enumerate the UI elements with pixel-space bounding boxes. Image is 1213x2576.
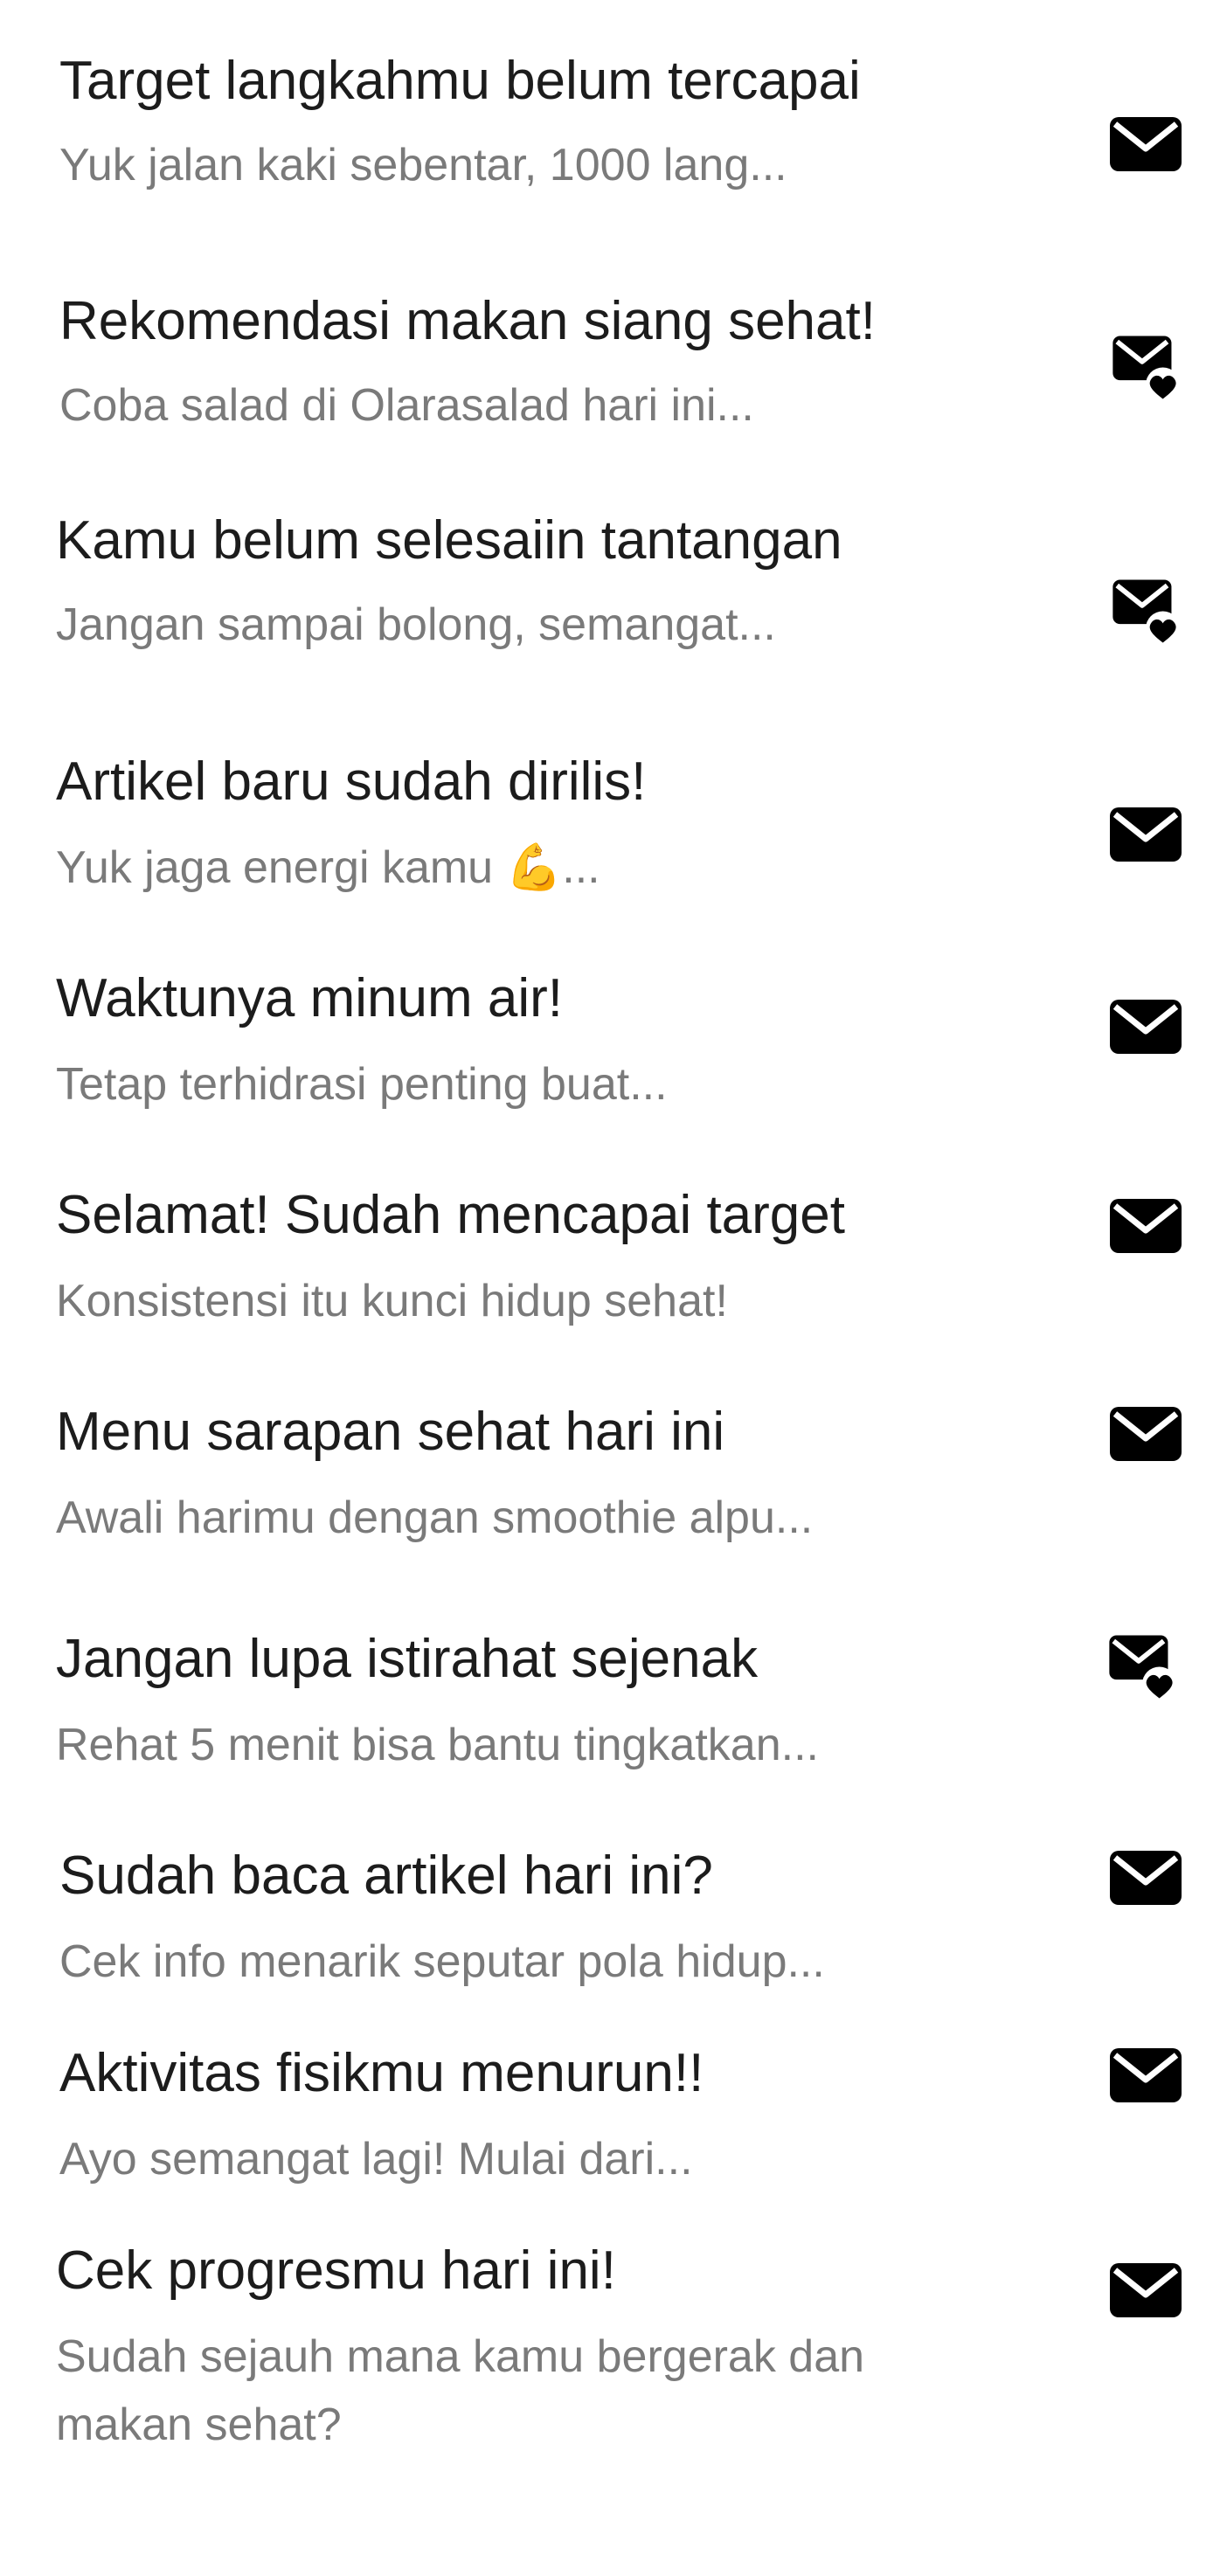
mail-icon[interactable] — [1106, 2036, 1185, 2115]
mail-icon[interactable] — [1106, 105, 1185, 184]
notification-subtitle: Sudah sejauh mana kamu bergerak dan maka… — [56, 2331, 865, 2450]
notification-title: Rekomendasi makan siang sehat! — [59, 291, 876, 351]
notification-subtitle: Yuk jaga energi kamu 💪... — [56, 842, 600, 893]
notification-list: Target langkahmu belum tercapai Yuk jala… — [0, 0, 1213, 2576]
notification-subtitle: Coba salad di Olarasalad hari ini... — [59, 380, 754, 431]
notification-title: Cek progresmu hari ini! — [56, 2240, 616, 2301]
notification-title: Sudah baca artikel hari ini? — [59, 1845, 713, 1906]
notification-title: Jangan lupa istirahat sejenak — [56, 1629, 759, 1689]
notification-title: Target langkahmu belum tercapai — [59, 51, 861, 111]
notification-title: Kamu belum selesaiin tantangan — [56, 510, 842, 571]
mail-icon[interactable] — [1106, 1395, 1185, 1473]
mail-icon[interactable] — [1106, 1839, 1185, 1917]
notification-title: Artikel baru sudah dirilis! — [56, 751, 647, 812]
notification-title: Selamat! Sudah mencapai target — [56, 1185, 845, 1245]
mail-icon[interactable] — [1106, 2251, 1185, 2330]
notification-subtitle: Konsistensi itu kunci hidup sehat! — [56, 1276, 728, 1326]
notification-title: Aktivitas fisikmu menurun!! — [59, 2043, 704, 2103]
notification-title: Menu sarapan sehat hari ini — [56, 1402, 725, 1462]
mail-heart-icon[interactable] — [1106, 570, 1185, 648]
notification-subtitle: Rehat 5 menit bisa bantu tingkatkan... — [56, 1720, 819, 1770]
notification-subtitle: Cek info menarik seputar pola hidup... — [59, 1936, 825, 1987]
notification-title: Waktunya minum air! — [56, 968, 563, 1028]
mail-icon[interactable] — [1106, 795, 1185, 874]
mail-icon[interactable] — [1106, 987, 1185, 1066]
notification-subtitle: Tetap terhidrasi penting buat... — [56, 1059, 668, 1110]
notification-subtitle: Jangan sampai bolong, semangat... — [56, 599, 776, 650]
notification-subtitle: Yuk jalan kaki sebentar, 1000 lang... — [59, 140, 787, 190]
notification-subtitle: Awali harimu dengan smoothie alpu... — [56, 1492, 814, 1543]
mail-heart-icon[interactable] — [1106, 326, 1185, 405]
mail-heart-icon[interactable] — [1103, 1625, 1182, 1704]
notification-subtitle: Ayo semangat lagi! Mulai dari... — [59, 2134, 693, 2185]
mail-icon[interactable] — [1106, 1187, 1185, 1265]
